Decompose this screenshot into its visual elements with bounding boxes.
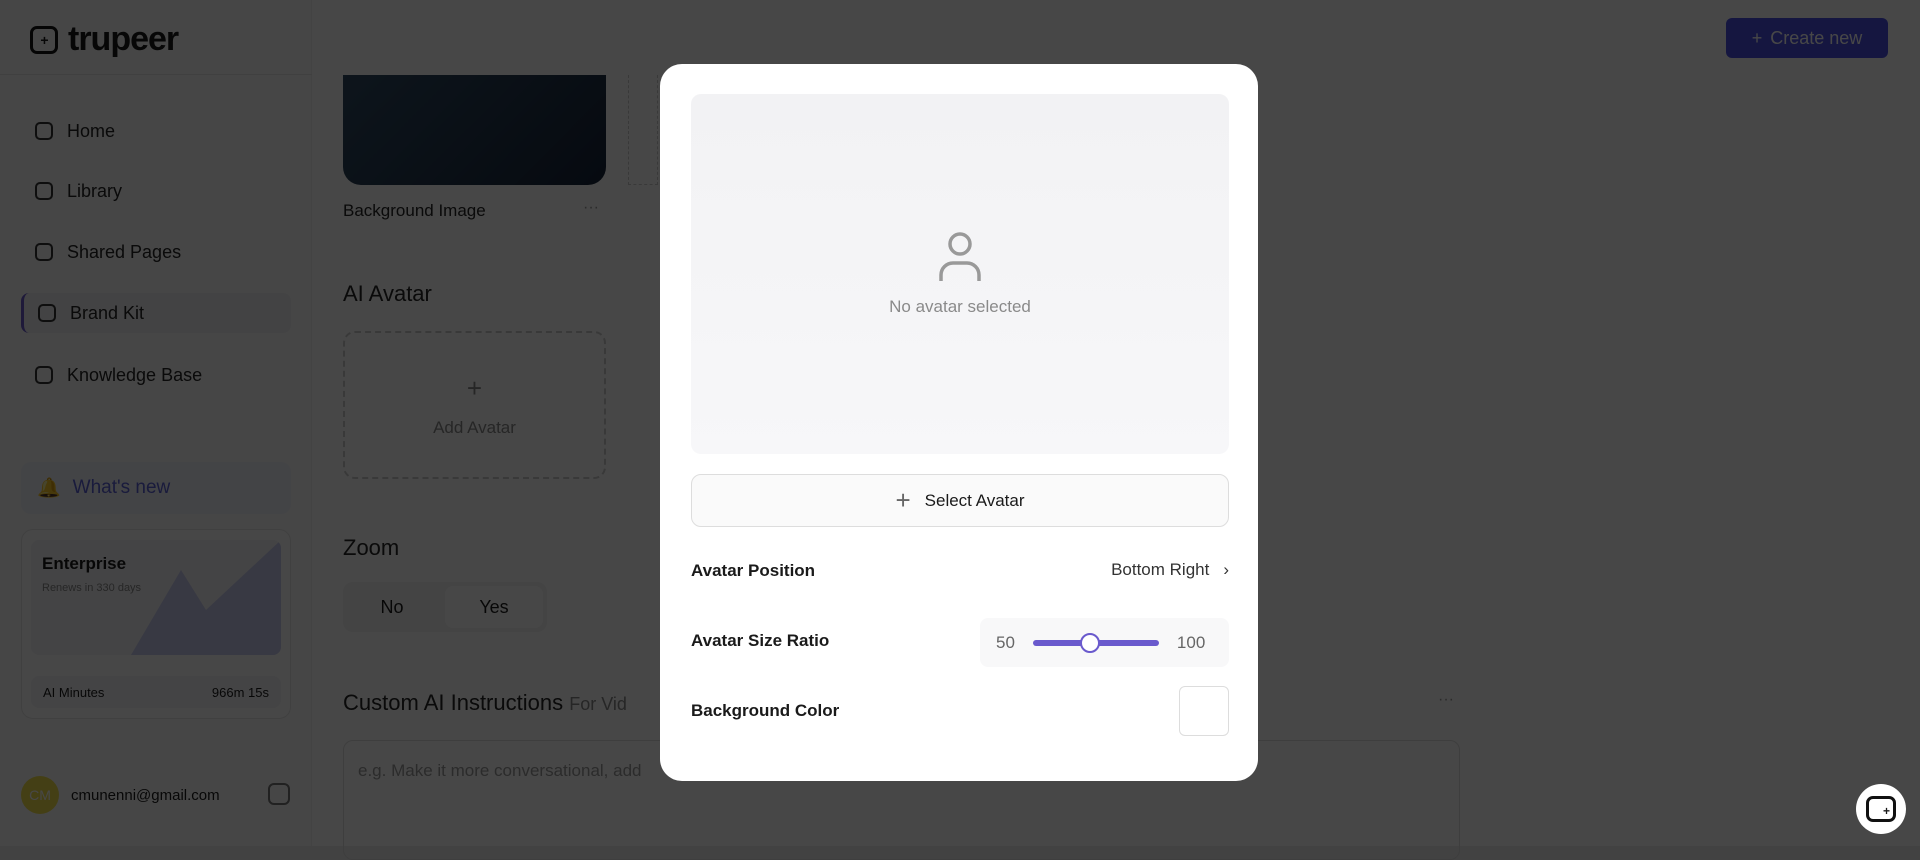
label: AI Minutes xyxy=(43,684,105,700)
sidebar-item-knowledge-base[interactable]: Knowledge Base xyxy=(21,355,291,395)
bell-icon: 🔔 xyxy=(37,478,61,499)
plan-graphic: Enterprise Renews in 330 days xyxy=(31,540,281,655)
zoom-heading: Zoom xyxy=(343,535,400,560)
avatar-position-select[interactable]: Bottom Right › xyxy=(1111,560,1229,580)
settings-icon[interactable] xyxy=(268,783,290,805)
avatar-preview: No avatar selected xyxy=(691,94,1229,454)
avatar-position-label: Avatar Position xyxy=(691,561,816,580)
label: Brand Kit xyxy=(70,302,145,323)
ai-minutes: AI Minutes 966m 15s xyxy=(31,676,281,708)
zoom-no[interactable]: No xyxy=(343,582,441,632)
home-icon xyxy=(35,122,53,140)
person-icon xyxy=(939,232,981,281)
sidebar-item-brand-kit[interactable]: Brand Kit xyxy=(21,293,291,333)
slider-thumb[interactable] xyxy=(1079,632,1100,653)
avatar: CM xyxy=(21,776,59,814)
heading: Custom AI Instructions xyxy=(343,690,564,715)
subheading: For Vid xyxy=(569,694,627,714)
label: Select Avatar xyxy=(924,490,1025,510)
zoom-yes[interactable]: Yes xyxy=(445,586,543,628)
label: Add Avatar xyxy=(433,417,516,437)
placeholder: e.g. Make it more conversational, add xyxy=(358,761,642,780)
logo-icon: + xyxy=(30,25,58,54)
label: Shared Pages xyxy=(67,241,182,262)
add-avatar-button[interactable]: + Add Avatar xyxy=(343,331,606,479)
background-image-thumbnail[interactable] xyxy=(343,75,606,185)
value: 966m 15s xyxy=(211,684,269,700)
create-new-button[interactable]: + Create new xyxy=(1726,18,1888,58)
background-color-label: Background Color xyxy=(691,701,840,720)
user-profile[interactable]: CM cmunenni@gmail.com xyxy=(21,776,220,814)
select-avatar-button[interactable]: + Select Avatar xyxy=(691,474,1229,527)
avatar-modal: No avatar selected + Select Avatar Avatar… xyxy=(660,64,1258,781)
slider-max: 100 xyxy=(1176,632,1206,652)
sidebar-item-library[interactable]: Library xyxy=(21,171,291,211)
user-email: cmunenni@gmail.com xyxy=(71,786,220,804)
sidebar-item-shared-pages[interactable]: Shared Pages xyxy=(21,232,291,272)
value: Bottom Right xyxy=(1111,560,1210,579)
layers-icon xyxy=(35,243,53,261)
trupeer-widget-button[interactable]: + xyxy=(1856,784,1906,834)
label: Create new xyxy=(1770,27,1863,48)
plan-renews: Renews in 330 days xyxy=(42,582,142,594)
logo-icon: + xyxy=(1866,796,1896,822)
library-icon xyxy=(35,182,53,200)
empty-state: No avatar selected xyxy=(691,94,1229,454)
label: Knowledge Base xyxy=(67,364,203,385)
sidebar: + trupeer Home Library Shared Pages Brand… xyxy=(0,0,312,846)
label: Home xyxy=(67,120,116,141)
whats-new-button[interactable]: 🔔 What's new xyxy=(21,462,291,514)
plan-card: Enterprise Renews in 330 days AI Minutes… xyxy=(21,529,291,719)
background-color-swatch[interactable] xyxy=(1179,686,1229,736)
brand-kit-icon xyxy=(38,304,56,322)
zoom-toggle: No Yes xyxy=(343,582,547,632)
more-icon[interactable]: ··· xyxy=(1438,691,1454,709)
slider-min: 50 xyxy=(996,632,1015,652)
avatar-size-slider: 50 100 xyxy=(980,618,1229,667)
empty-text: No avatar selected xyxy=(889,297,1031,316)
plan-name: Enterprise xyxy=(42,554,127,573)
more-icon[interactable]: ··· xyxy=(583,199,599,217)
divider xyxy=(0,74,312,75)
background-image-label: Background Image xyxy=(343,201,486,220)
plus-icon: + xyxy=(895,485,911,515)
brand-name: trupeer xyxy=(68,20,179,58)
custom-ai-heading: Custom AI Instructions For Vid xyxy=(343,690,627,716)
plus-icon: + xyxy=(1751,27,1763,48)
slider-track[interactable] xyxy=(1032,632,1159,653)
logo[interactable]: + trupeer xyxy=(30,20,179,59)
label: What's new xyxy=(72,477,171,498)
folder-icon xyxy=(35,366,53,384)
chevron-right-icon: › xyxy=(1223,560,1229,579)
ai-avatar-heading: AI Avatar xyxy=(343,281,432,306)
avatar-size-label: Avatar Size Ratio xyxy=(691,631,830,650)
label: Library xyxy=(67,180,123,201)
add-background-card[interactable] xyxy=(628,75,658,185)
plus-icon: + xyxy=(466,372,483,403)
sidebar-item-home[interactable]: Home xyxy=(21,111,291,151)
